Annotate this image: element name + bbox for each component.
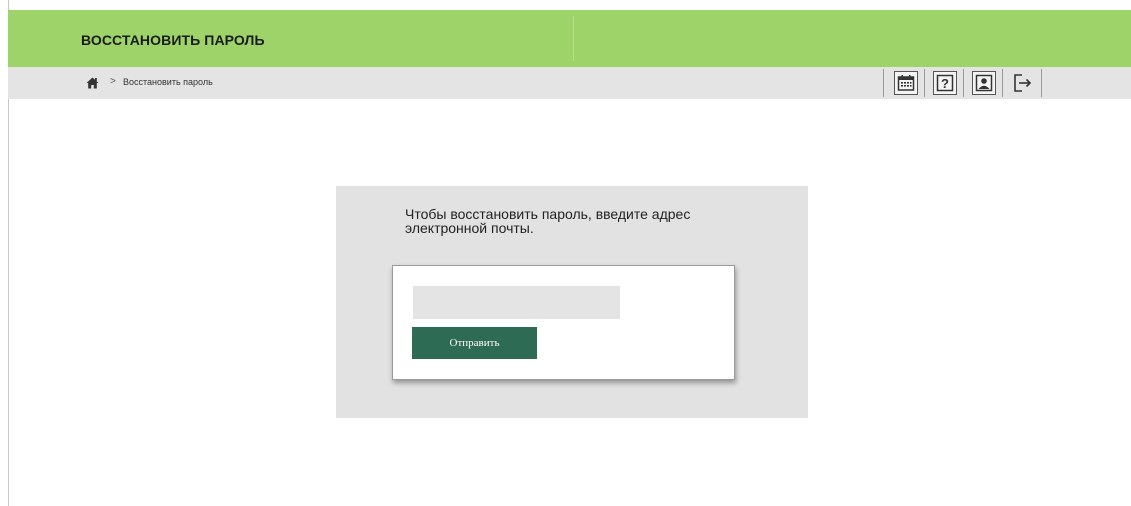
calendar-icon xyxy=(897,75,915,91)
header-divider xyxy=(573,16,574,61)
svg-text:?: ? xyxy=(941,76,949,91)
breadcrumb-separator: > xyxy=(110,76,116,87)
help-icon: ? xyxy=(936,74,954,92)
instruction-text: Чтобы восстановить пароль, введите адрес… xyxy=(405,206,691,236)
recovery-form-card: Отправить xyxy=(392,265,735,380)
page-title: ВОССТАНОВИТЬ ПАРОЛЬ xyxy=(81,32,265,48)
profile-button[interactable] xyxy=(972,71,996,95)
breadcrumb-current: Восстановить пароль xyxy=(123,77,213,87)
logout-icon xyxy=(1014,74,1032,92)
toolbar-divider xyxy=(1002,69,1003,97)
toolbar-divider xyxy=(963,69,964,97)
user-card-icon xyxy=(975,74,993,92)
toolbar-divider xyxy=(1041,69,1042,97)
toolbar-divider xyxy=(924,69,925,97)
password-recovery-panel: Чтобы восстановить пароль, введите адрес… xyxy=(336,186,808,418)
header-bar: ВОССТАНОВИТЬ ПАРОЛЬ xyxy=(8,10,1131,67)
breadcrumb: > Восстановить пароль ? xyxy=(8,67,1131,99)
toolbar-divider xyxy=(883,69,884,97)
help-button[interactable]: ? xyxy=(933,71,957,95)
home-icon[interactable] xyxy=(86,76,99,89)
email-input[interactable] xyxy=(413,286,620,319)
logout-button[interactable] xyxy=(1011,71,1035,95)
calendar-button[interactable] xyxy=(894,71,918,95)
submit-button[interactable]: Отправить xyxy=(412,327,537,359)
